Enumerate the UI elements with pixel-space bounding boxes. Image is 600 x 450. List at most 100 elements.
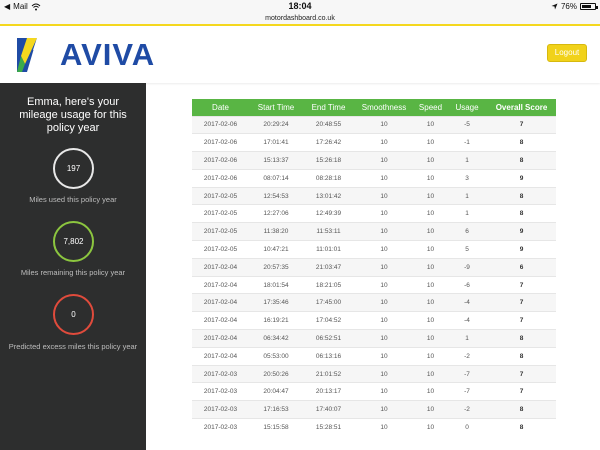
cell-usage: 6 — [447, 222, 487, 241]
cell-usage: -4 — [447, 293, 487, 312]
cell-start-time: 15:13:37 — [249, 151, 303, 170]
cell-usage: -2 — [447, 400, 487, 419]
cell-end-time: 11:53:11 — [303, 222, 354, 241]
cell-date: 2017-02-06 — [192, 151, 249, 170]
miles-used-value: 197 — [66, 164, 81, 173]
cell-start-time: 17:16:53 — [249, 400, 303, 419]
cell-end-time: 17:40:07 — [303, 400, 354, 419]
excess-miles-value: 0 — [71, 310, 76, 319]
battery-icon — [580, 3, 598, 10]
cell-overall-score: 9 — [487, 222, 556, 241]
cell-speed: 10 — [414, 186, 447, 205]
cell-date: 2017-02-04 — [192, 311, 249, 330]
cell-start-time: 05:53:00 — [249, 346, 303, 366]
miles-used-label: Miles used this policy year — [29, 195, 117, 204]
cell-speed: 10 — [414, 311, 447, 330]
col-start-time[interactable]: Start Time — [249, 99, 303, 116]
cell-overall-score: 7 — [487, 293, 556, 312]
cell-smoothness: 10 — [354, 257, 414, 277]
battery-cap — [596, 6, 598, 9]
cell-overall-score: 8 — [487, 133, 556, 152]
cell-date: 2017-02-04 — [192, 329, 249, 348]
cell-smoothness: 10 — [354, 186, 414, 205]
cell-speed: 10 — [414, 275, 447, 294]
cell-end-time: 15:28:51 — [303, 418, 354, 437]
cell-date: 2017-02-04 — [192, 346, 249, 366]
col-usage[interactable]: Usage — [447, 99, 487, 116]
col-smoothness[interactable]: Smoothness — [354, 99, 414, 116]
cell-speed: 10 — [414, 168, 447, 188]
cell-usage: 1 — [447, 151, 487, 170]
table-row: 2017-02-06 08:07:14 08:28:18 10 10 3 9 — [192, 168, 556, 188]
cell-date: 2017-02-03 — [192, 364, 249, 383]
cell-usage: 3 — [447, 168, 487, 188]
cell-end-time: 21:03:47 — [303, 257, 354, 277]
cell-overall-score: 8 — [487, 151, 556, 170]
cell-date: 2017-02-06 — [192, 168, 249, 188]
cell-overall-score: 8 — [487, 346, 556, 366]
cell-start-time: 18:01:54 — [249, 275, 303, 294]
cell-overall-score: 7 — [487, 115, 556, 134]
cell-usage: -9 — [447, 257, 487, 277]
cell-usage: -6 — [447, 275, 487, 294]
cell-end-time: 20:48:55 — [303, 115, 354, 134]
cell-date: 2017-02-06 — [192, 115, 249, 134]
site-header: AVIVA Logout — [0, 26, 600, 83]
cell-end-time: 11:01:01 — [303, 240, 354, 259]
table-row: 2017-02-04 18:01:54 18:21:05 10 10 -6 7 — [192, 275, 556, 294]
cell-speed: 10 — [414, 257, 447, 277]
cell-smoothness: 10 — [354, 311, 414, 330]
table-row: 2017-02-05 12:54:53 13:01:42 10 10 1 8 — [192, 186, 556, 205]
table-row: 2017-02-03 20:04:47 20:13:17 10 10 -7 7 — [192, 382, 556, 401]
cell-usage: 0 — [447, 418, 487, 437]
cell-speed: 10 — [414, 151, 447, 170]
cell-end-time: 17:45:00 — [303, 293, 354, 312]
table-row: 2017-02-04 05:53:00 06:13:16 10 10 -2 8 — [192, 346, 556, 366]
cell-start-time: 08:07:14 — [249, 168, 303, 188]
cell-usage: -7 — [447, 382, 487, 401]
cell-date: 2017-02-05 — [192, 240, 249, 259]
cell-overall-score: 6 — [487, 257, 556, 277]
table-row: 2017-02-06 17:01:41 17:26:42 10 10 -1 8 — [192, 133, 556, 152]
table-row: 2017-02-05 12:27:06 12:49:39 10 10 1 8 — [192, 204, 556, 223]
cell-speed: 10 — [414, 382, 447, 401]
cell-end-time: 08:28:18 — [303, 168, 354, 188]
battery-percent: 76% — [560, 2, 577, 11]
cell-smoothness: 10 — [354, 329, 414, 348]
cell-end-time: 06:52:51 — [303, 329, 354, 348]
cell-usage: -7 — [447, 364, 487, 383]
aviva-logo-text: AVIVA — [60, 37, 156, 72]
cell-date: 2017-02-03 — [192, 400, 249, 419]
table-row: 2017-02-05 11:38:20 11:53:11 10 10 6 9 — [192, 222, 556, 241]
cell-speed: 10 — [414, 240, 447, 259]
cell-date: 2017-02-04 — [192, 257, 249, 277]
cell-start-time: 20:29:24 — [249, 115, 303, 134]
col-overall-score[interactable]: Overall Score — [487, 99, 556, 116]
miles-remaining-ring: 7,802 — [53, 221, 94, 262]
cell-usage: 1 — [447, 186, 487, 205]
col-speed[interactable]: Speed — [414, 99, 447, 116]
cell-smoothness: 10 — [354, 364, 414, 383]
col-date[interactable]: Date — [192, 99, 249, 116]
excess-miles-label: Predicted excess miles this policy year — [8, 342, 138, 351]
cell-usage: -1 — [447, 133, 487, 152]
cell-speed: 10 — [414, 418, 447, 437]
table-row: 2017-02-04 16:19:21 17:04:52 10 10 -4 7 — [192, 311, 556, 330]
cell-end-time: 12:49:39 — [303, 204, 354, 223]
cell-overall-score: 7 — [487, 382, 556, 401]
table-row: 2017-02-05 10:47:21 11:01:01 10 10 5 9 — [192, 240, 556, 259]
cell-start-time: 12:54:53 — [249, 186, 303, 205]
cell-speed: 10 — [414, 133, 447, 152]
location-arrow-icon — [551, 3, 558, 10]
cell-end-time: 13:01:42 — [303, 186, 354, 205]
cell-date: 2017-02-03 — [192, 382, 249, 401]
cell-smoothness: 10 — [354, 240, 414, 259]
cell-start-time: 20:04:47 — [249, 382, 303, 401]
cell-usage: 5 — [447, 240, 487, 259]
cell-speed: 10 — [414, 204, 447, 223]
miles-remaining-label: Miles remaining this policy year — [20, 268, 126, 277]
cell-overall-score: 7 — [487, 311, 556, 330]
col-end-time[interactable]: End Time — [303, 99, 354, 116]
logout-button[interactable]: Logout — [547, 44, 587, 62]
table-row: 2017-02-06 15:13:37 15:26:18 10 10 1 8 — [192, 151, 556, 170]
